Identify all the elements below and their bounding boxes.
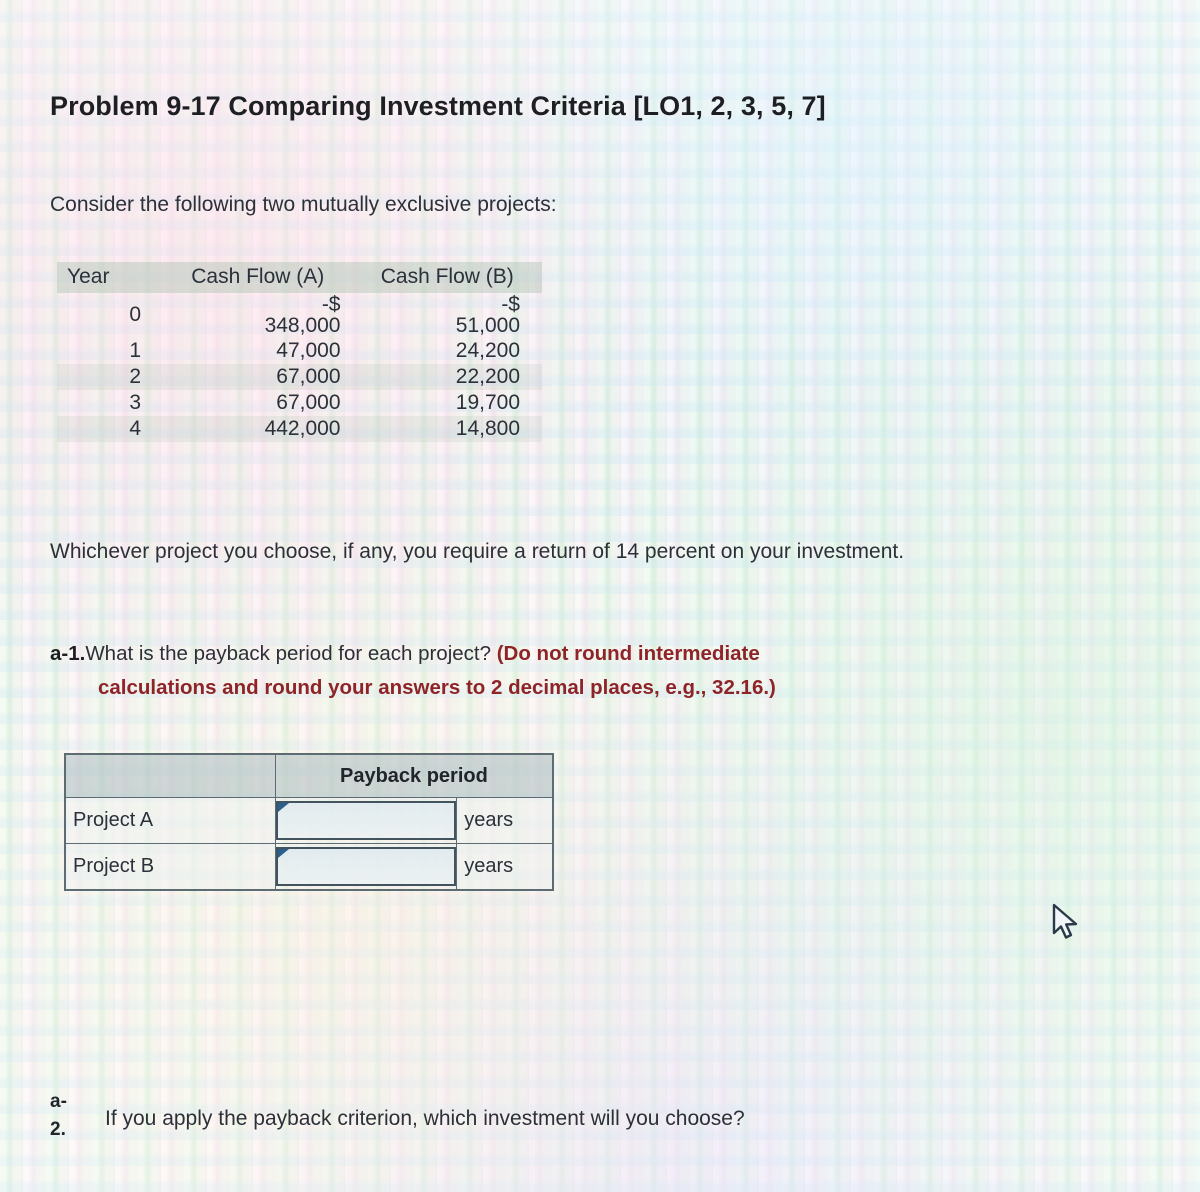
cell-cash-flow-b: 19,700 xyxy=(455,390,520,414)
cell-cash-flow-b: 14,800 xyxy=(352,415,542,442)
cell-year: 4 xyxy=(57,415,163,442)
cell-cash-flow-a: 47,000 xyxy=(276,338,341,362)
question-a2-label: a- 2. xyxy=(50,1088,84,1143)
table-row: Project A years xyxy=(65,797,553,844)
question-a1: a-1.What is the payback period for each … xyxy=(50,638,1200,704)
cell-cash-flow-a: -$ 348,000 xyxy=(163,293,353,338)
header-cash-flow-b: Cash Flow (B) xyxy=(352,262,542,293)
header-payback-period: Payback period xyxy=(274,754,554,798)
cash-flow-table: Year Cash Flow (A) Cash Flow (B) 0 -$ 34… xyxy=(57,262,542,442)
payback-input-cell-project-b[interactable] xyxy=(274,843,458,890)
answer-header-row: Payback period xyxy=(65,754,554,798)
table-row: 1 47,000 24,200 xyxy=(57,338,542,364)
question-a2-label-line2: 2. xyxy=(50,1118,66,1140)
problem-page: Problem 9-17 Comparing Investment Criter… xyxy=(0,0,1200,1192)
question-a1-emphasis-line1: (Do not round intermediate xyxy=(496,642,760,665)
cell-b-amount: 51,000 xyxy=(455,314,520,338)
cell-cash-flow-b: 22,200 xyxy=(352,363,542,390)
question-a2-label-line1: a- xyxy=(50,1091,67,1112)
cell-b-currency-prefix: -$ xyxy=(501,293,520,316)
intro-text: Consider the following two mutually excl… xyxy=(50,193,557,216)
mouse-cursor-icon xyxy=(1050,903,1084,943)
cell-cash-flow-a: 442,000 xyxy=(163,415,353,442)
header-year: Year xyxy=(57,262,163,293)
cell-cash-flow-a: 67,000 xyxy=(276,390,341,414)
cell-a-currency-prefix: -$ xyxy=(321,293,341,316)
input-marker-triangle-icon xyxy=(277,803,289,812)
unit-label-project-b: years xyxy=(456,843,553,890)
cell-year: 2 xyxy=(57,363,163,390)
page-title: Problem 9-17 Comparing Investment Criter… xyxy=(50,91,826,121)
cash-flow-header-row: Year Cash Flow (A) Cash Flow (B) xyxy=(57,262,542,293)
cell-cash-flow-a: 67,000 xyxy=(163,363,353,390)
cell-cash-flow-b: -$ 51,000 xyxy=(353,293,543,338)
cell-cash-flow-b: 24,200 xyxy=(455,338,520,362)
payback-input-cell-project-a[interactable] xyxy=(274,797,458,844)
question-a1-label: a-1. xyxy=(50,642,86,665)
payback-input-project-a[interactable] xyxy=(275,801,457,840)
cell-year: 1 xyxy=(129,338,141,362)
table-row: 4 442,000 14,800 xyxy=(57,415,542,442)
cell-year: 3 xyxy=(129,390,141,414)
question-a1-text: What is the payback period for each proj… xyxy=(85,642,497,665)
question-a2-text: If you apply the payback criterion, whic… xyxy=(105,1107,745,1130)
header-cash-flow-a: Cash Flow (A) xyxy=(163,262,353,293)
row-label-project-b: Project B xyxy=(65,843,276,890)
input-marker-triangle-icon xyxy=(277,849,289,858)
header-blank-cell xyxy=(65,754,276,798)
row-label-project-a: Project A xyxy=(65,797,276,844)
table-row: 0 -$ 348,000 -$ 51,000 xyxy=(57,293,542,338)
cell-year: 0 xyxy=(129,303,141,327)
table-row: 3 67,000 19,700 xyxy=(57,390,542,416)
table-row: 2 67,000 22,200 xyxy=(57,363,542,390)
unit-label-project-a: years xyxy=(456,797,553,844)
payback-input-project-b[interactable] xyxy=(275,847,457,886)
table-row: Project B years xyxy=(65,843,553,890)
answer-table: Payback period Project A years Project B xyxy=(64,753,554,891)
question-a1-emphasis-line2: calculations and round your answers to 2… xyxy=(98,675,776,699)
cell-a-amount: 348,000 xyxy=(264,314,341,338)
requirement-text: Whichever project you choose, if any, yo… xyxy=(50,540,905,563)
